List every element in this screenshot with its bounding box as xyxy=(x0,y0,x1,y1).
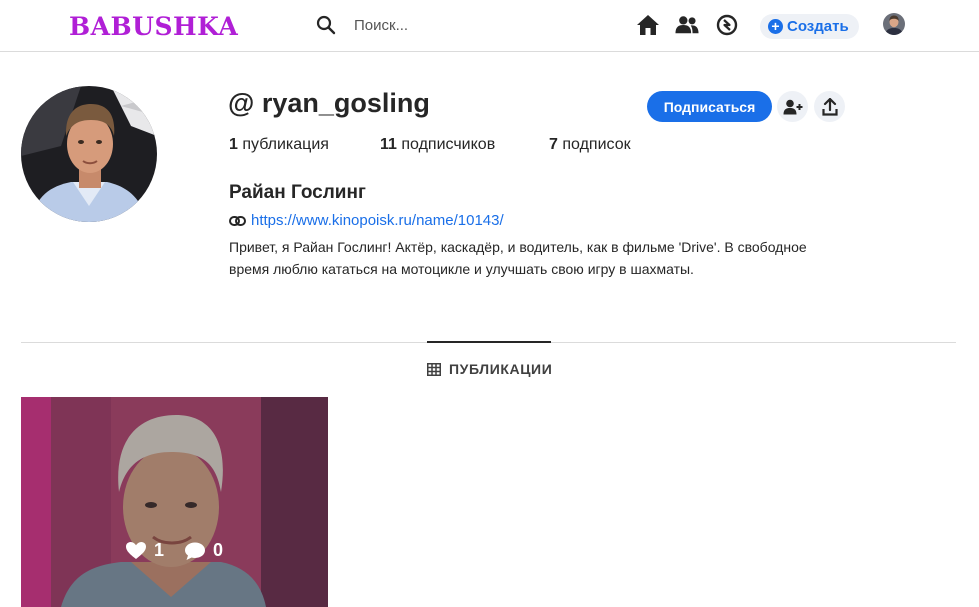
share-button[interactable] xyxy=(814,91,845,122)
comment-icon xyxy=(185,542,206,560)
plus-icon: + xyxy=(768,19,783,34)
tab-publications-label: ПУБЛИКАЦИИ xyxy=(449,361,553,377)
profile-link-row: https://www.kinopoisk.ru/name/10143/ xyxy=(229,212,504,229)
grid-icon xyxy=(427,362,441,376)
profile-username: @ ryan_gosling xyxy=(228,88,430,118)
posts-stat[interactable]: 1 публикация xyxy=(229,136,329,154)
profile-bio: Привет, я Райан Гослинг! Актёр, каскадёр… xyxy=(229,239,807,277)
heart-icon xyxy=(126,542,146,559)
profile-avatar xyxy=(21,86,157,222)
link-icon xyxy=(229,215,246,226)
profile-full-name: Райан Гослинг xyxy=(229,182,366,203)
post-thumbnail[interactable]: 1 0 xyxy=(21,397,328,607)
posts-label: публикация xyxy=(242,136,329,153)
following-label: подписок xyxy=(562,136,631,153)
following-count: 7 xyxy=(549,136,558,153)
top-navbar: BABUSHKA + Создать xyxy=(0,0,979,52)
home-icon[interactable] xyxy=(636,13,660,37)
followers-stat[interactable]: 11 подписчиков xyxy=(380,136,495,154)
post-comments-count: 0 xyxy=(213,540,224,560)
logo[interactable]: BABUSHKA xyxy=(69,12,238,41)
followers-count: 11 xyxy=(380,136,397,153)
share-icon xyxy=(821,97,838,116)
tab-publications[interactable]: ПУБЛИКАЦИИ xyxy=(427,361,552,377)
create-button[interactable]: + Создать xyxy=(760,14,859,39)
following-stat[interactable]: 7 подписок xyxy=(549,136,631,154)
posts-count: 1 xyxy=(229,136,238,153)
explore-icon[interactable] xyxy=(715,13,739,37)
post-likes: 1 xyxy=(125,540,164,561)
post-hover-overlay xyxy=(21,397,328,607)
create-label: Создать xyxy=(787,18,849,35)
search-input[interactable] xyxy=(346,12,586,38)
follow-button[interactable]: Подписаться xyxy=(647,91,772,122)
add-friend-button[interactable] xyxy=(777,91,808,122)
post-likes-count: 1 xyxy=(154,540,165,560)
search-icon[interactable] xyxy=(316,15,336,35)
add-user-icon xyxy=(783,99,802,114)
friends-icon[interactable] xyxy=(675,13,699,37)
avatar[interactable] xyxy=(883,13,905,35)
active-tab-indicator xyxy=(427,341,551,343)
post-comments: 0 xyxy=(184,540,223,561)
followers-label: подписчиков xyxy=(401,136,496,153)
post-stats: 1 0 xyxy=(125,540,223,561)
profile-website-link[interactable]: https://www.kinopoisk.ru/name/10143/ xyxy=(251,212,504,229)
